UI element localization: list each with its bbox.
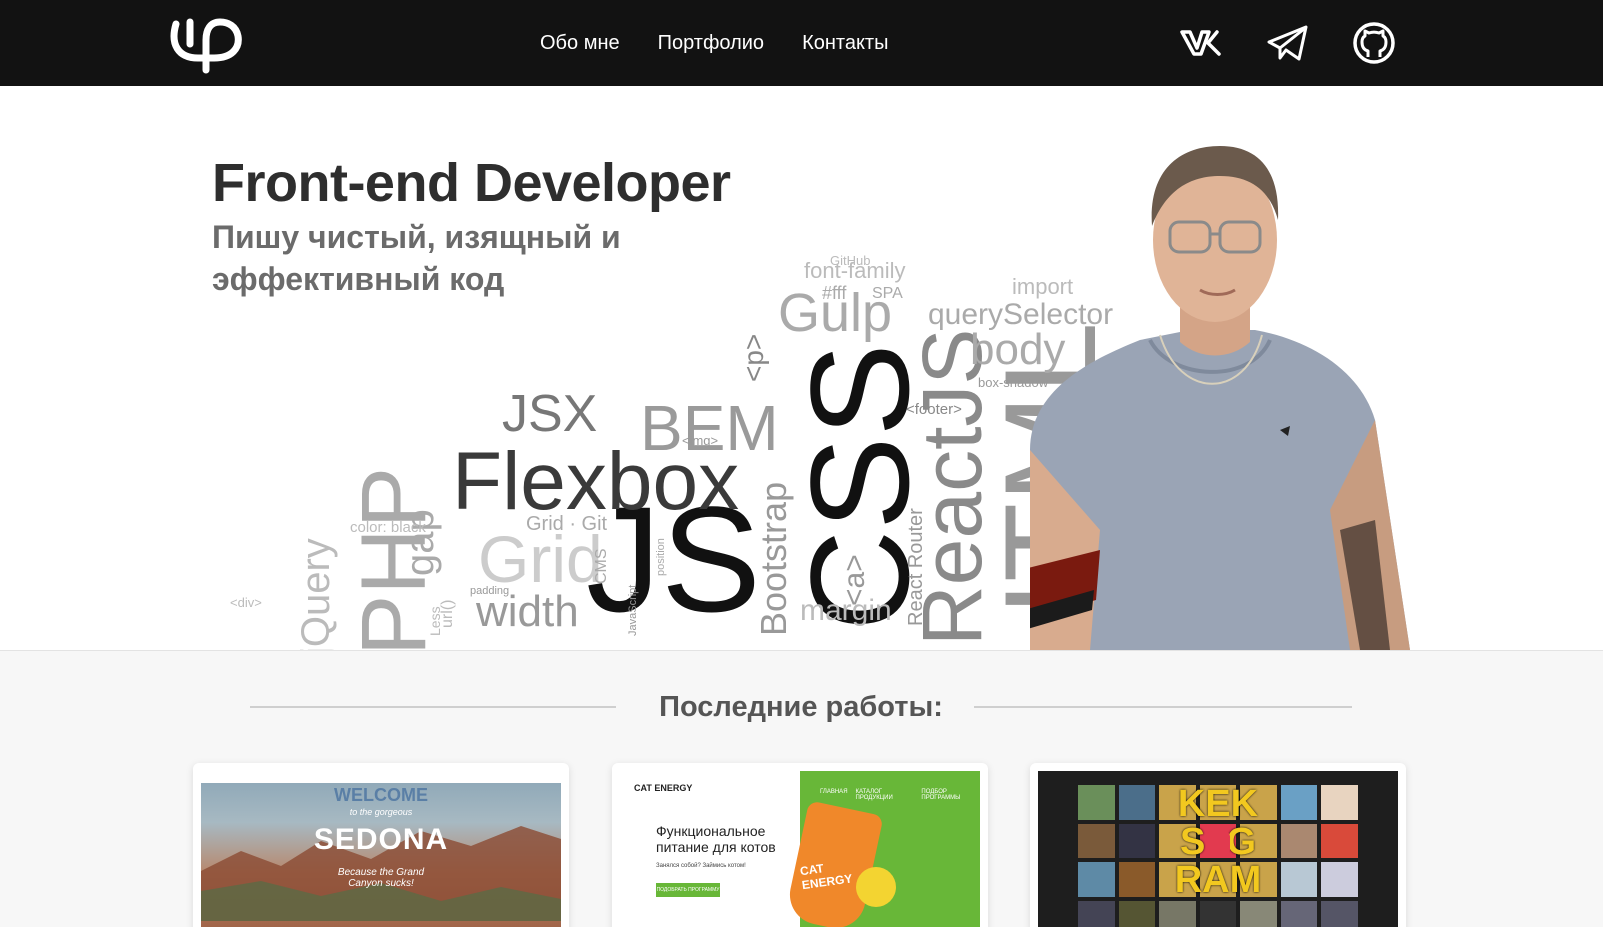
- cloud-word: Grid: [478, 522, 603, 596]
- cloud-word: Grid · Git: [526, 513, 608, 535]
- works-heading: Последние работы:: [250, 691, 1352, 723]
- cloud-word: SPA: [872, 285, 903, 302]
- cloud-word: Bootstrap: [753, 481, 794, 636]
- developer-photo: [1020, 130, 1410, 650]
- sedona-topbar: [201, 771, 561, 783]
- work-card-sedona[interactable]: WELCOME to the gorgeous SEDONA Because t…: [193, 763, 569, 927]
- hero-title: Front-end Developer: [212, 153, 731, 213]
- cloud-word: JavaScript: [627, 584, 639, 636]
- cat-nav-item: КАТАЛОГ ПРОДУКЦИИ: [855, 789, 893, 801]
- cloud-word: <a>: [838, 554, 871, 606]
- cloud-word: jQuery: [294, 538, 338, 650]
- kekstagram-preview: KEK S G RAM: [1038, 771, 1398, 927]
- hero-section: JS CSS Flexbox BEM JSX ReactJS HTML PHP …: [0, 86, 1603, 650]
- cloud-word: GitHub: [830, 253, 871, 268]
- cloud-word: url(): [439, 599, 456, 628]
- cat-lemon: [856, 867, 896, 907]
- cat-nav: ГЛАВНАЯ КАТАЛОГ ПРОДУКЦИИ ПОДБОР ПРОГРАМ…: [820, 789, 980, 801]
- cloud-word: #fff: [822, 283, 847, 303]
- cloud-word: BEM: [640, 392, 779, 464]
- kek-logo-bottom: RAM: [1174, 859, 1262, 901]
- cat-energy-preview: CAT ENERGY ГЛАВНАЯ КАТАЛОГ ПРОДУКЦИИ ПОД…: [620, 771, 980, 927]
- cat-headline: Функциональное питание для котов: [656, 823, 776, 855]
- hero-subtitle: Пишу чистый, изящный и эффективный код: [212, 219, 621, 297]
- cloud-word: <img>: [682, 433, 719, 448]
- site-header: Обо мне Портфолио Контакты: [0, 0, 1603, 86]
- work-card-cat-energy[interactable]: CAT ENERGY ГЛАВНАЯ КАТАЛОГ ПРОДУКЦИИ ПОД…: [612, 763, 988, 927]
- sedona-small: to the gorgeous: [349, 807, 413, 817]
- cloud-word: padding: [470, 585, 510, 597]
- cloud-word: position: [655, 538, 667, 576]
- work-card-kekstagram[interactable]: KEK S G RAM: [1030, 763, 1406, 927]
- cat-brand: CAT ENERGY: [634, 783, 693, 793]
- cloud-word: <p>: [738, 333, 769, 382]
- sedona-welcome: WELCOME: [334, 785, 428, 805]
- cloud-word: <div>: [230, 595, 262, 610]
- nav-about[interactable]: Обо мне: [540, 32, 620, 55]
- cloud-word: <footer>: [906, 401, 962, 418]
- works-section: Последние работы: WELCOME to the gorgeou…: [0, 650, 1603, 927]
- cat-tagline: Занялся собой? Займись котом!: [656, 863, 746, 869]
- cloud-word: CMS: [593, 548, 610, 584]
- sedona-title: SEDONA: [313, 823, 449, 856]
- camera-icon: [1206, 831, 1230, 855]
- divider-right: [974, 706, 1352, 708]
- github-icon[interactable]: [1350, 20, 1398, 66]
- sedona-preview: WELCOME to the gorgeous SEDONA Because t…: [201, 771, 561, 927]
- cat-nav-item: ПОДБОР ПРОГРАММЫ: [921, 789, 961, 801]
- cat-nav-item: ГЛАВНАЯ: [820, 789, 848, 795]
- cloud-word: React Router: [905, 508, 927, 626]
- nav-portfolio[interactable]: Портфолио: [658, 32, 764, 55]
- cloud-word: JSX: [502, 385, 598, 443]
- main-nav: Обо мне Портфолио Контакты: [540, 0, 888, 86]
- cat-cta-button: ПОДОБРАТЬ ПРОГРАММУ: [656, 883, 720, 897]
- sedona-tagline: Because the Grand Canyon sucks!: [337, 867, 425, 889]
- nav-contacts[interactable]: Контакты: [802, 32, 888, 55]
- kek-logo-top: KEK: [1177, 783, 1259, 825]
- vk-icon[interactable]: [1178, 20, 1226, 66]
- cloud-word: color: black: [350, 519, 426, 536]
- telegram-icon[interactable]: [1264, 20, 1312, 66]
- phi-logo-icon[interactable]: [168, 14, 244, 74]
